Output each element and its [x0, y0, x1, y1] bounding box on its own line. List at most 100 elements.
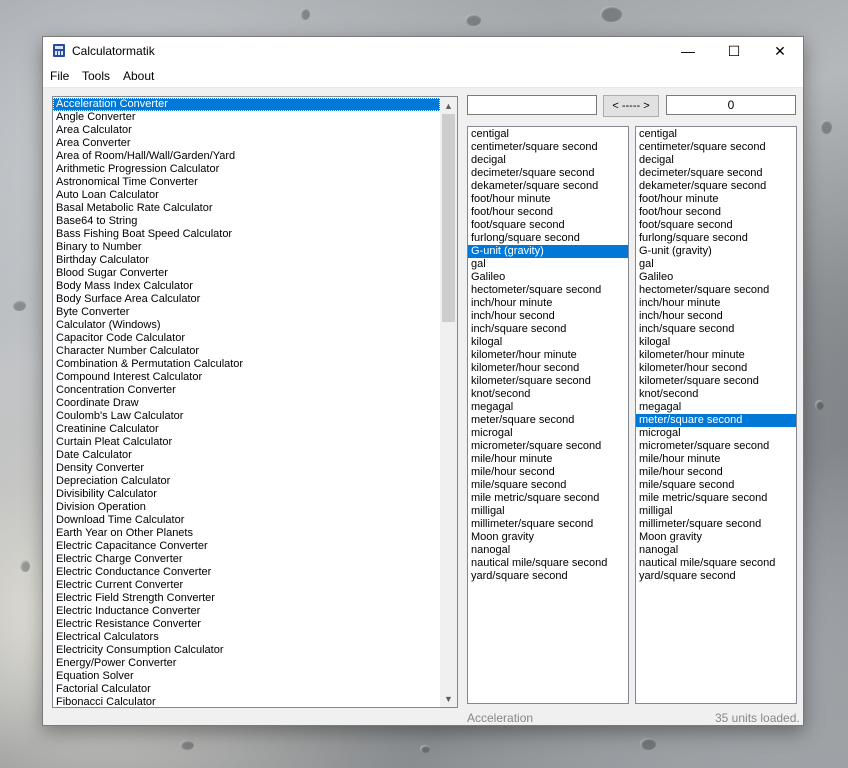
calculator-list-item[interactable]: Density Converter: [53, 462, 440, 475]
from-unit-item[interactable]: kilometer/hour minute: [468, 349, 628, 362]
to-unit-item[interactable]: mile metric/square second: [636, 492, 796, 505]
calculator-list-item[interactable]: Depreciation Calculator: [53, 475, 440, 488]
calculator-list-item[interactable]: Earth Year on Other Planets: [53, 527, 440, 540]
to-unit-item[interactable]: centigal: [636, 128, 796, 141]
to-unit-item[interactable]: dekameter/square second: [636, 180, 796, 193]
to-unit-item[interactable]: mile/square second: [636, 479, 796, 492]
calculator-list-item[interactable]: Electric Charge Converter: [53, 553, 440, 566]
to-unit-item[interactable]: Moon gravity: [636, 531, 796, 544]
calculator-list-item[interactable]: Base64 to String: [53, 215, 440, 228]
calculator-list-item[interactable]: Curtain Pleat Calculator: [53, 436, 440, 449]
calculator-list-item[interactable]: Auto Loan Calculator: [53, 189, 440, 202]
to-unit-item[interactable]: nautical mile/square second: [636, 557, 796, 570]
from-value-input[interactable]: [467, 95, 597, 115]
from-unit-item[interactable]: centimeter/square second: [468, 141, 628, 154]
to-unit-item[interactable]: furlong/square second: [636, 232, 796, 245]
scroll-up-icon[interactable]: ▲: [440, 97, 457, 114]
calculator-list-item[interactable]: Divisibility Calculator: [53, 488, 440, 501]
calculator-list-item[interactable]: Arithmetic Progression Calculator: [53, 163, 440, 176]
title-bar[interactable]: Calculatormatik — ☐ ✕: [43, 37, 803, 65]
calculator-list-item[interactable]: Electric Inductance Converter: [53, 605, 440, 618]
from-unit-item[interactable]: Moon gravity: [468, 531, 628, 544]
to-unit-item[interactable]: inch/hour second: [636, 310, 796, 323]
calculator-list-item[interactable]: Angle Converter: [53, 111, 440, 124]
from-unit-item[interactable]: dekameter/square second: [468, 180, 628, 193]
to-unit-item[interactable]: microgal: [636, 427, 796, 440]
from-unit-list[interactable]: centigal centimeter/square second decigal d…: [467, 126, 629, 704]
calculator-list-item[interactable]: Compound Interest Calculator: [53, 371, 440, 384]
calculator-list-item[interactable]: Body Mass Index Calculator: [53, 280, 440, 293]
calculator-list-item[interactable]: Creatinine Calculator: [53, 423, 440, 436]
to-unit-item[interactable]: decigal: [636, 154, 796, 167]
menu-file[interactable]: File: [50, 69, 69, 83]
calculator-list-item[interactable]: Factorial Calculator: [53, 683, 440, 696]
calculator-list-item[interactable]: Astronomical Time Converter: [53, 176, 440, 189]
to-unit-list[interactable]: centigal centimeter/square second decigal d…: [635, 126, 797, 704]
from-unit-item[interactable]: nautical mile/square second: [468, 557, 628, 570]
to-unit-item[interactable]: decimeter/square second: [636, 167, 796, 180]
scrollbar-thumb[interactable]: [442, 114, 455, 322]
calculator-list-item[interactable]: Birthday Calculator: [53, 254, 440, 267]
to-unit-item[interactable]: mile/hour minute: [636, 453, 796, 466]
calculator-list-item[interactable]: Binary to Number: [53, 241, 440, 254]
from-unit-item[interactable]: inch/hour second: [468, 310, 628, 323]
from-unit-item[interactable]: kilometer/square second: [468, 375, 628, 388]
to-unit-item[interactable]: inch/hour minute: [636, 297, 796, 310]
calculator-list-item[interactable]: Basal Metabolic Rate Calculator: [53, 202, 440, 215]
calculator-list-item[interactable]: Area Converter: [53, 137, 440, 150]
calculator-list-item[interactable]: Acceleration Converter: [53, 98, 440, 111]
to-unit-item[interactable]: kilometer/square second: [636, 375, 796, 388]
calculator-list-item[interactable]: Area of Room/Hall/Wall/Garden/Yard: [53, 150, 440, 163]
to-unit-item[interactable]: foot/hour minute: [636, 193, 796, 206]
from-unit-item[interactable]: mile/square second: [468, 479, 628, 492]
calculator-list-item[interactable]: Byte Converter: [53, 306, 440, 319]
to-unit-item[interactable]: inch/square second: [636, 323, 796, 336]
from-unit-item[interactable]: mile/hour minute: [468, 453, 628, 466]
swap-units-button[interactable]: < ----- >: [603, 95, 659, 117]
to-unit-item[interactable]: mile/hour second: [636, 466, 796, 479]
from-unit-item[interactable]: kilometer/hour second: [468, 362, 628, 375]
calculator-list-item[interactable]: Division Operation: [53, 501, 440, 514]
calculator-list-scrollbar[interactable]: ▲ ▼: [440, 97, 457, 707]
from-unit-item[interactable]: hectometer/square second: [468, 284, 628, 297]
from-unit-item[interactable]: G-unit (gravity): [468, 245, 628, 258]
to-unit-item[interactable]: micrometer/square second: [636, 440, 796, 453]
calculator-list-item[interactable]: Bass Fishing Boat Speed Calculator: [53, 228, 440, 241]
from-unit-item[interactable]: inch/square second: [468, 323, 628, 336]
to-unit-item[interactable]: G-unit (gravity): [636, 245, 796, 258]
to-unit-item[interactable]: nanogal: [636, 544, 796, 557]
from-unit-item[interactable]: gal: [468, 258, 628, 271]
from-unit-item[interactable]: centigal: [468, 128, 628, 141]
to-unit-item[interactable]: kilometer/hour minute: [636, 349, 796, 362]
from-unit-item[interactable]: decigal: [468, 154, 628, 167]
from-unit-item[interactable]: millimeter/square second: [468, 518, 628, 531]
calculator-list-item[interactable]: Capacitor Code Calculator: [53, 332, 440, 345]
to-unit-item[interactable]: knot/second: [636, 388, 796, 401]
calculator-list-item[interactable]: Blood Sugar Converter: [53, 267, 440, 280]
calculator-list-item[interactable]: Body Surface Area Calculator: [53, 293, 440, 306]
maximize-button[interactable]: ☐: [711, 37, 757, 65]
from-unit-item[interactable]: mile/hour second: [468, 466, 628, 479]
to-unit-item[interactable]: meter/square second: [636, 414, 796, 427]
calculator-list-item[interactable]: Electric Capacitance Converter: [53, 540, 440, 553]
calculator-list-item[interactable]: Area Calculator: [53, 124, 440, 137]
from-unit-item[interactable]: Galileo: [468, 271, 628, 284]
calculator-list-item[interactable]: Electricity Consumption Calculator: [53, 644, 440, 657]
from-unit-item[interactable]: knot/second: [468, 388, 628, 401]
to-unit-item[interactable]: millimeter/square second: [636, 518, 796, 531]
to-unit-item[interactable]: Galileo: [636, 271, 796, 284]
to-unit-item[interactable]: megagal: [636, 401, 796, 414]
scroll-down-icon[interactable]: ▼: [440, 690, 457, 707]
from-unit-item[interactable]: micrometer/square second: [468, 440, 628, 453]
from-unit-item[interactable]: megagal: [468, 401, 628, 414]
calculator-list-item[interactable]: Electric Field Strength Converter: [53, 592, 440, 605]
from-unit-item[interactable]: furlong/square second: [468, 232, 628, 245]
from-unit-item[interactable]: meter/square second: [468, 414, 628, 427]
calculator-list-item[interactable]: Coulomb's Law Calculator: [53, 410, 440, 423]
from-unit-item[interactable]: decimeter/square second: [468, 167, 628, 180]
calculator-list[interactable]: Acceleration Converter Angle Converter Are…: [52, 96, 458, 708]
to-unit-item[interactable]: milligal: [636, 505, 796, 518]
from-unit-item[interactable]: inch/hour minute: [468, 297, 628, 310]
calculator-list-item[interactable]: Fibonacci Calculator: [53, 696, 440, 707]
calculator-list-item[interactable]: Concentration Converter: [53, 384, 440, 397]
